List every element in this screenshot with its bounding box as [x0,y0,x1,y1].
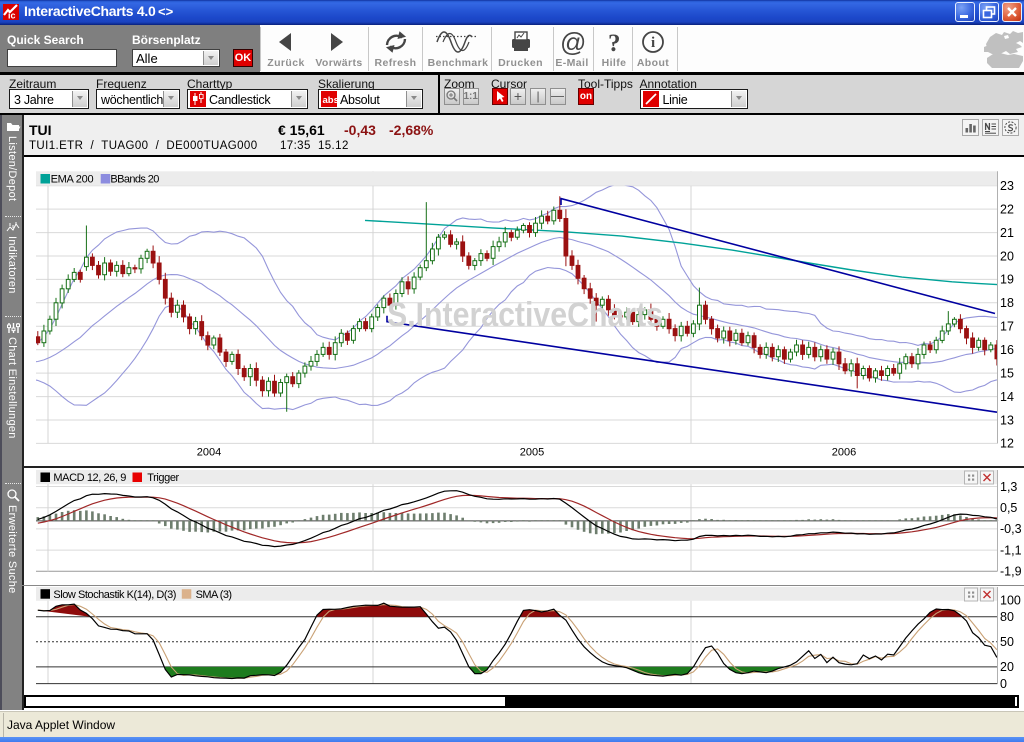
svg-text:2005: 2005 [520,446,544,458]
svg-text:2006: 2006 [832,446,856,458]
svg-text:13: 13 [1000,413,1014,427]
svg-text:-1,9: -1,9 [1000,564,1022,577]
svg-text:BBands 20: BBands 20 [110,173,159,185]
svg-text:abs: abs [323,95,338,106]
svg-text:EMA 200: EMA 200 [51,173,94,185]
svg-text:22: 22 [1000,202,1014,216]
svg-text:2004: 2004 [197,446,221,458]
svg-text:14: 14 [1000,389,1014,403]
svg-text:1,3: 1,3 [1000,479,1017,493]
svg-text:Slow Stochastik K(14), D(3): Slow Stochastik K(14), D(3) [53,589,176,601]
svg-text:20: 20 [1000,660,1014,674]
svg-text:?: ? [608,30,621,57]
svg-text:21: 21 [1000,225,1014,239]
svg-text:S.InteractiveCharts: S.InteractiveCharts [387,296,663,334]
svg-text:23: 23 [1000,179,1014,193]
svg-text:@: @ [560,28,586,57]
svg-text:SMA (3): SMA (3) [196,589,233,601]
svg-text:12: 12 [1000,436,1014,450]
svg-text:18: 18 [1000,296,1014,310]
svg-text:19: 19 [1000,272,1014,286]
svg-text:100: 100 [1000,593,1021,607]
svg-text:MACD 12, 26, 9: MACD 12, 26, 9 [53,472,126,484]
svg-text:50: 50 [1000,635,1014,649]
svg-text:17: 17 [1000,319,1014,333]
svg-text:20: 20 [1000,249,1014,263]
svg-text:16: 16 [1000,343,1014,357]
svg-text:-0,3: -0,3 [1000,522,1022,536]
svg-text:Trigger: Trigger [147,472,179,484]
svg-text:0: 0 [1000,677,1007,690]
svg-text:i: i [651,35,655,51]
svg-text:0,5: 0,5 [1000,501,1017,515]
svg-text:80: 80 [1000,610,1014,624]
svg-text:-1,1: -1,1 [1000,543,1022,557]
svg-text:ic: ic [8,11,16,21]
svg-text:15: 15 [1000,366,1014,380]
